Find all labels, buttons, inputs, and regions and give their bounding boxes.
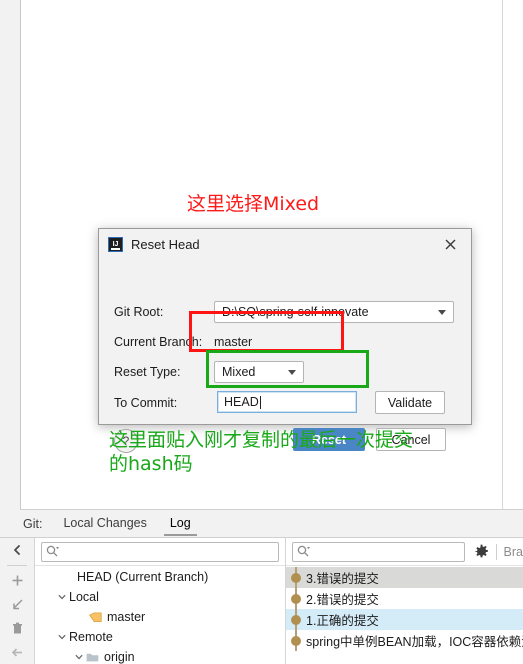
annotation-box-to-commit [206,350,369,388]
branch-label: origin [104,650,135,664]
branches-pane: HEAD (Current Branch) Local master Remot… [35,538,286,664]
annotation-bottom-note-line2: 的hash码 [109,453,193,475]
editor-right-margin-rule [502,0,503,510]
reset-type-label: Reset Type: [114,365,181,379]
chevron-down-icon[interactable] [72,652,86,662]
commit-graph-cell [286,588,306,609]
checkout-icon[interactable] [0,593,34,617]
commit-message: 3.错误的提交 [306,572,379,586]
git-log-action-strip [0,538,35,664]
commit-search-input[interactable] [292,541,465,562]
table-row[interactable]: 3.错误的提交 [286,567,523,588]
table-row[interactable]: 1.正确的提交 [286,609,523,630]
tab-local-changes[interactable]: Local Changes [61,512,148,535]
commit-graph-cell [286,567,306,588]
action-separator [7,564,27,566]
branch-search-row [35,538,285,566]
branch-label: HEAD (Current Branch) [77,570,209,584]
to-commit-input[interactable]: HEAD [217,391,357,413]
validate-button[interactable]: Validate [375,391,445,414]
commit-message: 2.错误的提交 [306,593,379,607]
branch-tree-item-origin[interactable]: origin [35,647,285,664]
git-tool-title: Git: [23,516,43,531]
git-tool-tab-bar: Git: Local Changes Log [0,510,523,537]
search-icon [297,545,310,558]
collapse-icon[interactable] [0,538,34,562]
branch-label: master [107,610,146,624]
branch-label: Local [69,590,99,604]
dialog-title: Reset Head [131,237,200,252]
branch-filter-label[interactable]: Bra [504,545,523,559]
to-commit-value: HEAD [224,395,259,409]
annotation-bottom-note-line1: 这里面贴入刚才复制的最后一次提交 [109,429,414,451]
branch-tree[interactable]: HEAD (Current Branch) Local master Remot… [35,567,285,664]
branch-tree-item-remote[interactable]: Remote [35,627,285,647]
dialog-title-bar[interactable]: IJ Reset Head [99,229,471,260]
table-row[interactable]: spring中单例BEAN加载，IOC容器依赖注 [286,630,523,651]
delete-icon[interactable] [0,616,34,640]
ide-window: Git: Local Changes Log HEAD (Current Bra… [0,0,523,664]
annotation-top-note: 这里选择Mixed [187,193,320,215]
toolbar-divider [495,543,497,560]
chevron-down-icon [438,309,446,315]
to-commit-label: To Commit: [114,396,178,410]
editor-left-gutter [0,0,21,510]
back-icon[interactable] [0,640,34,664]
folder-icon [86,652,99,663]
git-log-body: HEAD (Current Branch) Local master Remot… [0,537,523,664]
chevron-down-icon[interactable] [55,632,69,642]
branch-tree-item-master[interactable]: master [35,607,285,627]
commit-list[interactable]: 3.错误的提交 2.错误的提交 1.正确的提交 spring中单例BEAN加载，… [286,567,523,664]
commit-toolbar: Bra [286,538,523,566]
gear-icon[interactable] [474,544,489,559]
commit-graph-cell [286,630,306,651]
chevron-down-icon[interactable] [55,592,69,602]
search-icon [46,545,59,558]
annotation-box-reset-type [189,311,344,352]
branch-search-input[interactable] [41,541,279,562]
git-root-label: Git Root: [114,305,164,319]
branch-tree-item-local[interactable]: Local [35,587,285,607]
tab-log[interactable]: Log [163,512,197,536]
branch-tree-item-head[interactable]: HEAD (Current Branch) [35,567,285,587]
commit-message: spring中单例BEAN加载，IOC容器依赖注 [306,635,523,649]
tag-icon [89,612,102,623]
close-icon[interactable] [429,229,471,260]
add-icon[interactable] [0,569,34,593]
validate-label: Validate [387,395,433,410]
commits-pane: Bra 3.错误的提交 2.错误的提交 1.正确的提交 spring中单例BEA… [286,538,523,664]
intellij-icon: IJ [108,237,123,252]
commit-graph-cell [286,609,306,630]
git-tool-window: Git: Local Changes Log HEAD (Current Bra… [0,510,523,664]
table-row[interactable]: 2.错误的提交 [286,588,523,609]
branch-label: Remote [69,630,113,644]
commit-message: 1.正确的提交 [306,614,379,628]
